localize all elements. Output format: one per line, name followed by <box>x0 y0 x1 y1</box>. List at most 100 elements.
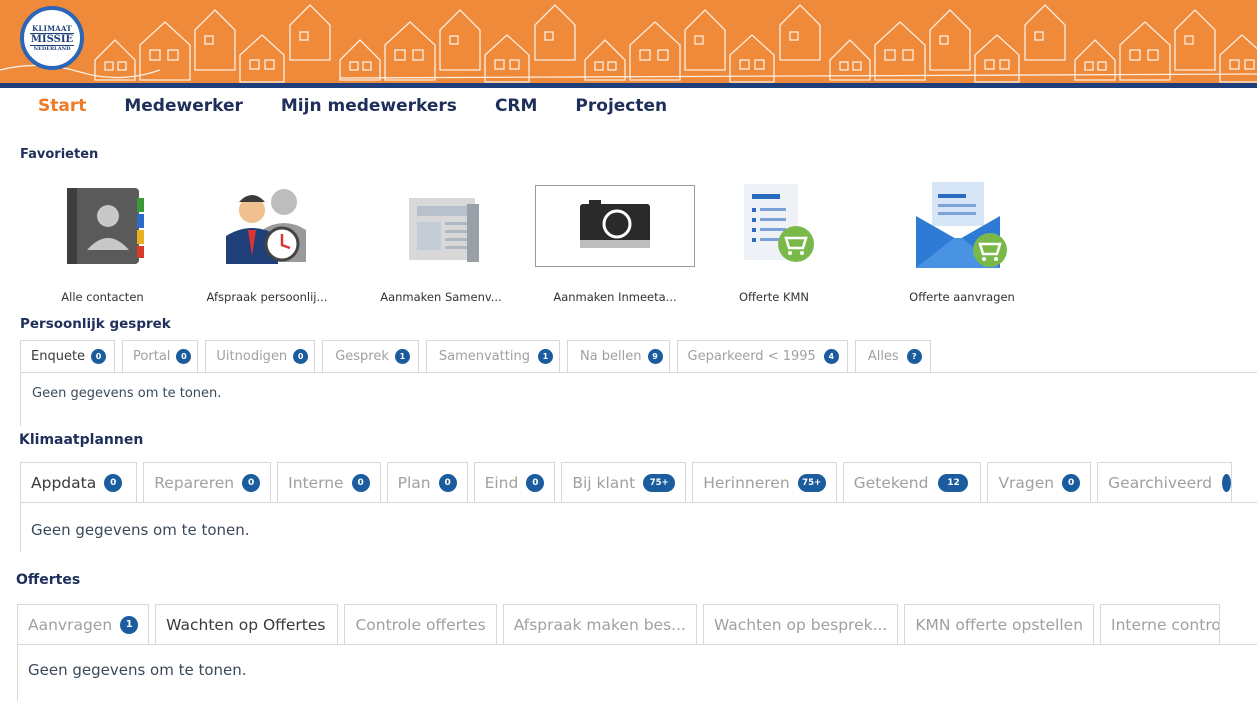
meeting-clock-icon <box>226 189 306 264</box>
tab-label: Interne <box>288 473 344 492</box>
tab-badge: 0 <box>242 473 261 492</box>
tab-label: Gesprek <box>335 349 389 364</box>
favorite-label: Aanmaken Inmeeta... <box>553 290 677 304</box>
nav-crm[interactable]: CRM <box>495 96 537 116</box>
tab-label: Interne contro <box>1111 615 1221 634</box>
favorite-label: Alle contacten <box>61 290 144 304</box>
main-nav: Start Medewerker Mijn medewerkers CRM Pr… <box>38 96 705 116</box>
tab-badge: 0 <box>91 349 107 364</box>
tab-badge: 12 <box>938 473 969 492</box>
tab-label: KMN offerte opstellen <box>915 615 1084 634</box>
offertes-tabs: Aanvragen 1 Wachten op Offertes Controle … <box>17 604 1221 644</box>
tab-badge: 0 <box>176 349 192 364</box>
nav-projecten[interactable]: Projecten <box>575 96 667 116</box>
tab-badge: 0 <box>526 473 545 492</box>
address-book-icon <box>66 188 144 264</box>
tab-label: Geparkeerd < 1995 <box>687 349 816 364</box>
favorite-offerte-aanvragen[interactable]: Offerte aanvragen <box>882 180 1042 310</box>
tab-appdata[interactable]: Appdata 0 <box>20 462 138 502</box>
tab-label: Plan <box>397 473 431 492</box>
persoonlijk-panel: Geen gegevens om te tonen. <box>20 372 1257 426</box>
tab-badge: 4 <box>823 349 839 364</box>
camera-icon <box>580 200 650 248</box>
tab-badge: 0 <box>351 473 370 492</box>
tab-portal[interactable]: Portal 0 <box>122 340 199 372</box>
tab-na-bellen[interactable]: Na bellen 9 <box>566 340 670 372</box>
tab-wachten-op-bespreking[interactable]: Wachten op besprek... <box>702 604 899 644</box>
tab-label: Na bellen <box>579 349 642 364</box>
klimaat-panel: Geen gegevens om te tonen. <box>20 502 1257 552</box>
tab-badge: 75+ <box>643 473 676 492</box>
tab-vragen[interactable]: Vragen 0 <box>987 462 1092 502</box>
klimaat-title: Klimaatplannen <box>19 432 144 448</box>
tab-interne-controle[interactable]: Interne contro <box>1100 604 1221 644</box>
empty-message: Geen gegevens om te tonen. <box>31 521 250 539</box>
tab-enquete[interactable]: Enquete 0 <box>20 340 116 372</box>
persoonlijk-title: Persoonlijk gesprek <box>20 316 171 332</box>
tab-badge: 0 <box>104 473 123 492</box>
tab-herinneren[interactable]: Herinneren 75+ <box>692 462 837 502</box>
tab-badge: 75+ <box>797 473 826 492</box>
tab-badge: ? <box>906 349 922 364</box>
header-divider <box>0 83 1257 88</box>
tab-repareren[interactable]: Repareren 0 <box>143 462 272 502</box>
tab-eind[interactable]: Eind 0 <box>473 462 556 502</box>
offertes-title: Offertes <box>16 572 81 588</box>
persoonlijk-tabs: Enquete 0 Portal 0 Uitnodigen 0 Gesprek 1 Sa… <box>20 340 931 372</box>
tab-label: Enquete <box>31 349 86 364</box>
tab-label: Vragen <box>998 473 1055 492</box>
tab-interne[interactable]: Interne 0 <box>277 462 381 502</box>
header-banner: KLIMAAT MISSIE NEDERLAND <box>0 0 1257 83</box>
tab-label: Getekend <box>853 473 929 492</box>
tab-label: Gearchiveerd <box>1108 473 1213 492</box>
tab-samenvatting[interactable]: Samenvatting 1 <box>425 340 560 372</box>
favorite-inmeeting[interactable]: Aanmaken Inmeeta... <box>532 180 698 310</box>
tab-label: Eind <box>484 473 519 492</box>
klimaat-tabs: Appdata 0 Repareren 0 Interne 0 Plan 0 Eind 0… <box>20 462 1233 502</box>
offertes-panel: Geen gegevens om te tonen. <box>17 644 1257 701</box>
favorites-title: Favorieten <box>20 147 99 162</box>
logo-line2: MISSIE <box>29 33 75 46</box>
nav-start[interactable]: Start <box>38 96 86 116</box>
logo[interactable]: KLIMAAT MISSIE NEDERLAND <box>20 6 84 70</box>
tab-controle-offertes[interactable]: Controle offertes <box>344 604 497 644</box>
tab-wachten-op-offertes[interactable]: Wachten op Offertes <box>155 604 339 644</box>
tab-gesprek[interactable]: Gesprek 1 <box>322 340 419 372</box>
tab-label: Uitnodigen <box>216 349 288 364</box>
tab-label: Appdata <box>31 473 97 492</box>
favorite-offerte-kmn[interactable]: Offerte KMN <box>718 180 830 310</box>
tab-badge: 1 <box>394 349 410 364</box>
tab-alles[interactable]: Alles? <box>854 340 931 372</box>
envelope-cart-icon <box>916 182 1007 268</box>
tab-label: Portal <box>133 349 171 364</box>
favorite-afspraak[interactable]: Afspraak persoonlij... <box>178 180 356 310</box>
tab-label: Aanvragen <box>28 615 113 634</box>
tab-plan[interactable]: Plan 0 <box>386 462 468 502</box>
favorite-label: Offerte aanvragen <box>909 290 1015 304</box>
nav-mijn-medewerkers[interactable]: Mijn medewerkers <box>281 96 457 116</box>
nav-medewerker[interactable]: Medewerker <box>124 96 243 116</box>
tab-badge: 0 <box>293 349 309 364</box>
logo-line3: NEDERLAND <box>33 46 71 52</box>
tab-label: Alles <box>867 349 899 364</box>
tab-label: Controle offertes <box>355 615 486 634</box>
tab-badge <box>1222 473 1232 492</box>
tab-label: Afspraak maken bes... <box>513 615 686 634</box>
tab-label: Herinneren <box>703 473 790 492</box>
tab-afspraak-maken[interactable]: Afspraak maken bes... <box>502 604 697 644</box>
tab-gearchiveerd[interactable]: Gearchiveerd <box>1097 462 1233 502</box>
tab-bij-klant[interactable]: Bij klant 75+ <box>561 462 687 502</box>
tab-label: Bij klant <box>572 473 636 492</box>
tab-uitnodigen[interactable]: Uitnodigen 0 <box>205 340 316 372</box>
tab-label: Samenvatting <box>438 349 530 364</box>
tab-badge: 1 <box>120 615 139 634</box>
favorite-alle-contacten[interactable]: Alle contacten <box>40 180 165 310</box>
tab-label: Wachten op besprek... <box>713 615 888 634</box>
houses-pattern <box>0 4 1257 83</box>
tab-aanvragen[interactable]: Aanvragen 1 <box>17 604 150 644</box>
tab-geparkeerd[interactable]: Geparkeerd < 1995 4 <box>676 340 848 372</box>
favorite-label: Afspraak persoonlij... <box>206 290 328 304</box>
tab-kmn-offerte-opstellen[interactable]: KMN offerte opstellen <box>904 604 1095 644</box>
tab-getekend[interactable]: Getekend 12 <box>842 462 982 502</box>
favorite-samenvatting[interactable]: Aanmaken Samenv... <box>366 180 516 310</box>
